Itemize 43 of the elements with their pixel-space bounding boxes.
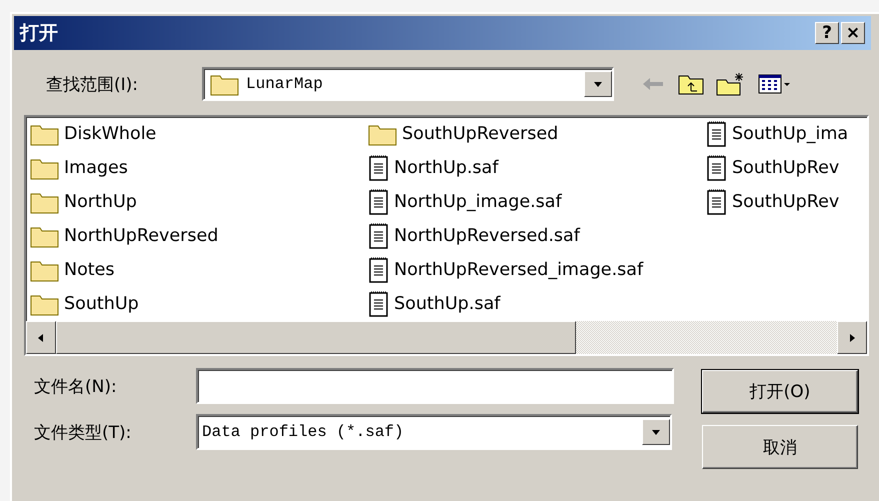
file-item[interactable]: NorthUp.saf [368,151,706,185]
folder-item[interactable]: NorthUp [30,185,368,219]
folder-item[interactable]: SouthUp [30,287,368,321]
file-item[interactable]: SouthUpRev [706,185,867,219]
document-icon [706,188,728,216]
right-arrow-icon [847,332,857,342]
dropdown-arrow-icon [593,79,603,89]
document-icon [368,256,390,284]
scrollbar-thumb[interactable] [56,321,576,354]
file-item[interactable]: NorthUpReversed.saf [368,219,706,253]
look-in-label: 查找范围(I): [46,74,140,96]
left-arrow-icon [36,332,46,342]
file-item[interactable]: NorthUp_image.saf [368,185,706,219]
file-item[interactable]: NorthUpReversed_image.saf [368,253,706,287]
new-folder-icon[interactable] [716,72,746,96]
folder-item[interactable]: NorthUpReversed [30,219,368,253]
document-icon [706,154,728,182]
file-item[interactable]: SouthUp.saf [368,287,706,321]
document-icon [368,154,390,182]
open-button[interactable]: 打开(O) [702,370,858,413]
help-button[interactable]: ? [815,22,839,44]
cancel-button[interactable]: 取消 [702,425,858,469]
file-item[interactable]: SouthUpRev [706,151,867,185]
file-name-label: 文件名(N): [34,376,118,398]
folder-item[interactable]: Notes [30,253,368,287]
dropdown-arrow-icon [651,427,661,437]
folder-item[interactable]: DiskWhole [30,117,368,151]
folder-item[interactable]: SouthUpReversed [368,117,706,151]
file-type-label: 文件类型(T): [34,422,132,444]
close-button[interactable]: × [841,22,865,44]
up-folder-icon[interactable] [678,73,704,95]
view-menu-icon[interactable] [758,73,792,95]
document-icon [368,290,390,318]
look-in-dropdown[interactable]: LunarMap [202,67,614,101]
file-type-dropdown[interactable]: Data profiles (*.saf) [196,414,672,450]
file-item[interactable]: SouthUp_ima [706,117,867,151]
folder-item[interactable]: Images [30,151,368,185]
document-icon [368,222,390,250]
window-title: 打开 [20,21,59,46]
horizontal-scrollbar[interactable] [26,321,867,354]
document-icon [368,188,390,216]
file-name-field[interactable] [196,368,674,404]
document-icon [706,120,728,148]
